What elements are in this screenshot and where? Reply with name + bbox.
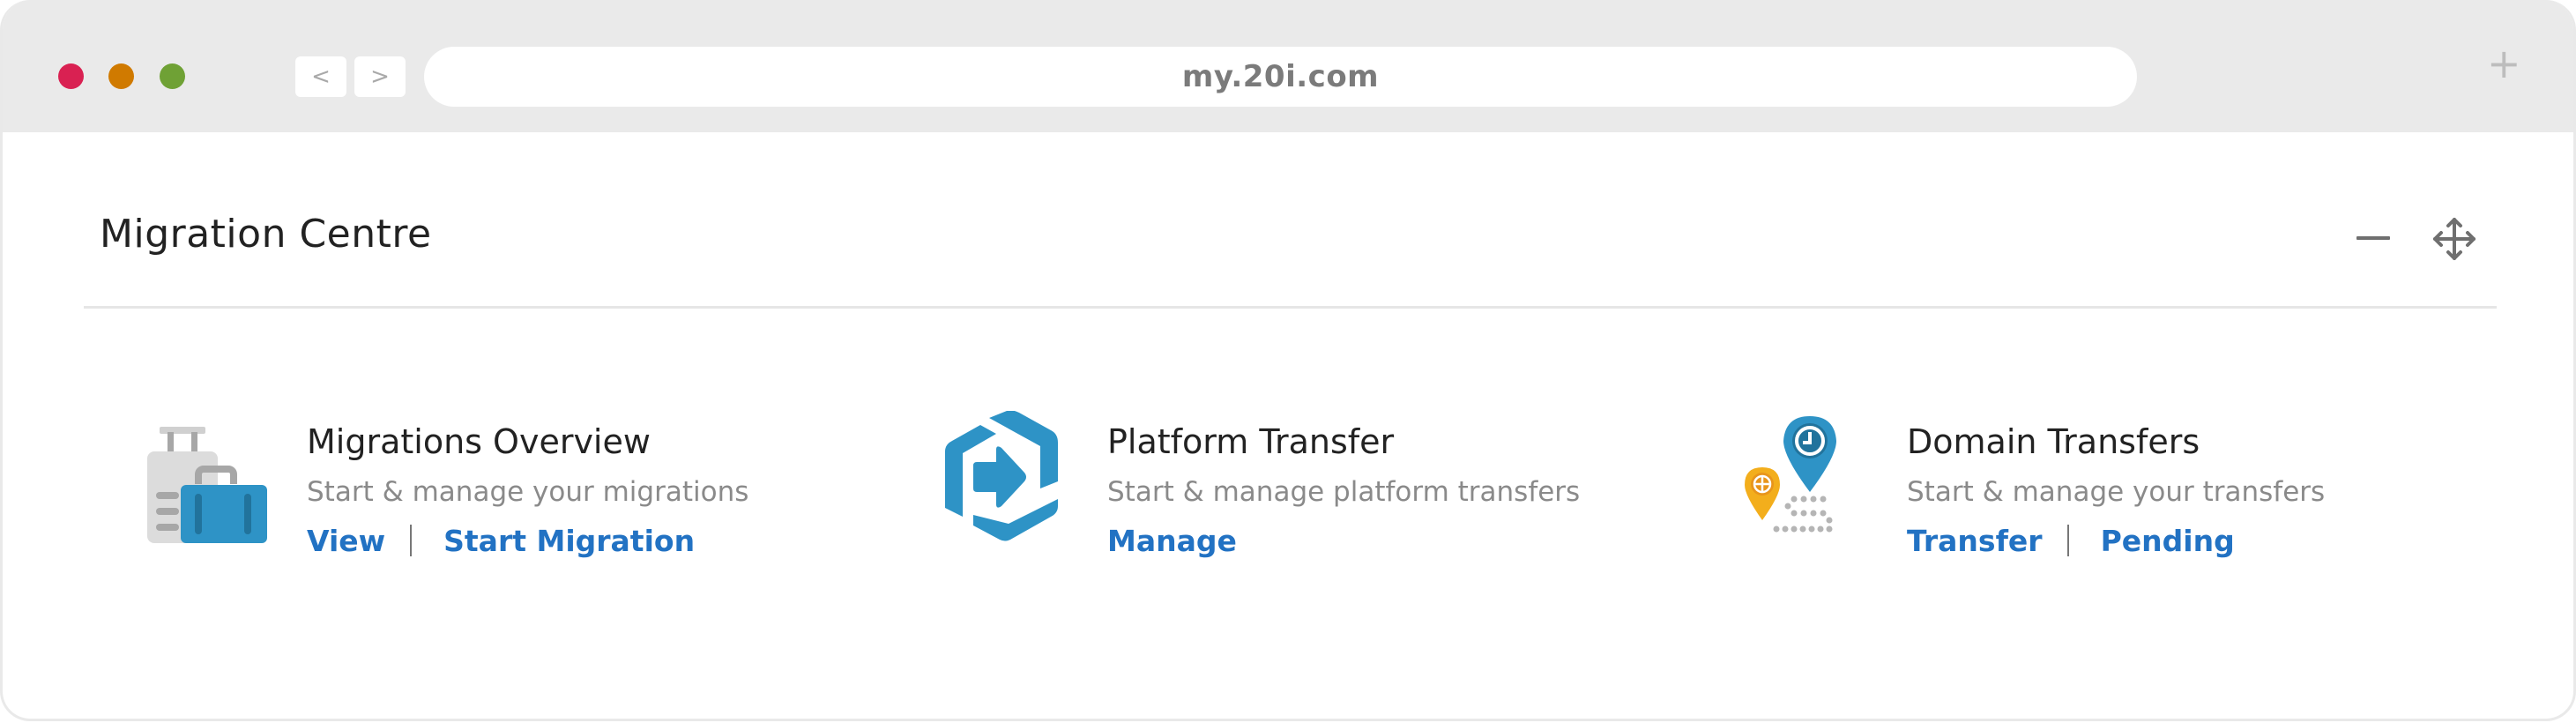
move-arrows-icon [2433, 218, 2475, 260]
card-text: Domain Transfers Start & manage your tra… [1907, 420, 2325, 566]
chevron-left-icon: < [311, 63, 331, 90]
transfer-domain-link[interactable]: Transfer [1907, 524, 2043, 558]
card-domain-transfers: Domain Transfers Start & manage your tra… [1741, 406, 2499, 582]
close-window-button[interactable] [58, 63, 84, 89]
link-separator [410, 525, 413, 556]
minimize-window-button[interactable] [108, 63, 134, 89]
chevron-right-icon: > [370, 63, 390, 90]
back-button[interactable]: < [295, 56, 346, 97]
forward-button[interactable]: > [354, 56, 406, 97]
pending-transfers-link[interactable]: Pending [2101, 524, 2235, 558]
card-text: Platform Transfer Start & manage platfor… [1107, 420, 1580, 566]
domain-route-pins-icon [1745, 416, 1836, 533]
address-bar[interactable]: my.20i.com [424, 47, 2137, 107]
move-panel-handle[interactable] [2431, 216, 2477, 262]
card-title: Migrations Overview [307, 422, 651, 461]
card-links: Transfer Pending [1907, 513, 2325, 566]
luggage-icon [147, 427, 267, 543]
panel-title: Migration Centre [100, 212, 432, 257]
manage-platform-transfers-link[interactable]: Manage [1107, 524, 1237, 558]
card-subtitle: Start & manage your transfers [1907, 476, 2326, 508]
minimize-panel-button[interactable] [2355, 220, 2394, 256]
card-links: View Start Migration [307, 513, 748, 566]
card-subtitle: Start & manage platform transfers [1107, 476, 1581, 508]
card-links: Manage [1107, 513, 1580, 566]
browser-toolbar: < > my.20i.com + [3, 0, 2573, 132]
header-divider [84, 306, 2497, 309]
maximize-window-button[interactable] [160, 63, 185, 89]
view-migrations-link[interactable]: View [307, 524, 385, 558]
browser-window: < > my.20i.com + Migration Centre Migrat… [0, 0, 2576, 721]
card-migrations-overview: Migrations Overview Start & manage your … [144, 406, 849, 582]
card-text: Migrations Overview Start & manage your … [307, 420, 748, 566]
card-title: Domain Transfers [1907, 422, 2200, 461]
card-platform-transfer: Platform Transfer Start & manage platfor… [942, 406, 1691, 582]
platform-transfer-icon [945, 411, 1058, 541]
card-title: Platform Transfer [1107, 422, 1395, 461]
url-text: my.20i.com [1181, 59, 1380, 94]
plus-icon: + [2487, 40, 2521, 87]
card-subtitle: Start & manage your migrations [307, 476, 749, 508]
link-separator [2066, 525, 2069, 556]
start-migration-link[interactable]: Start Migration [443, 524, 695, 558]
new-tab-button[interactable]: + [2487, 43, 2521, 84]
